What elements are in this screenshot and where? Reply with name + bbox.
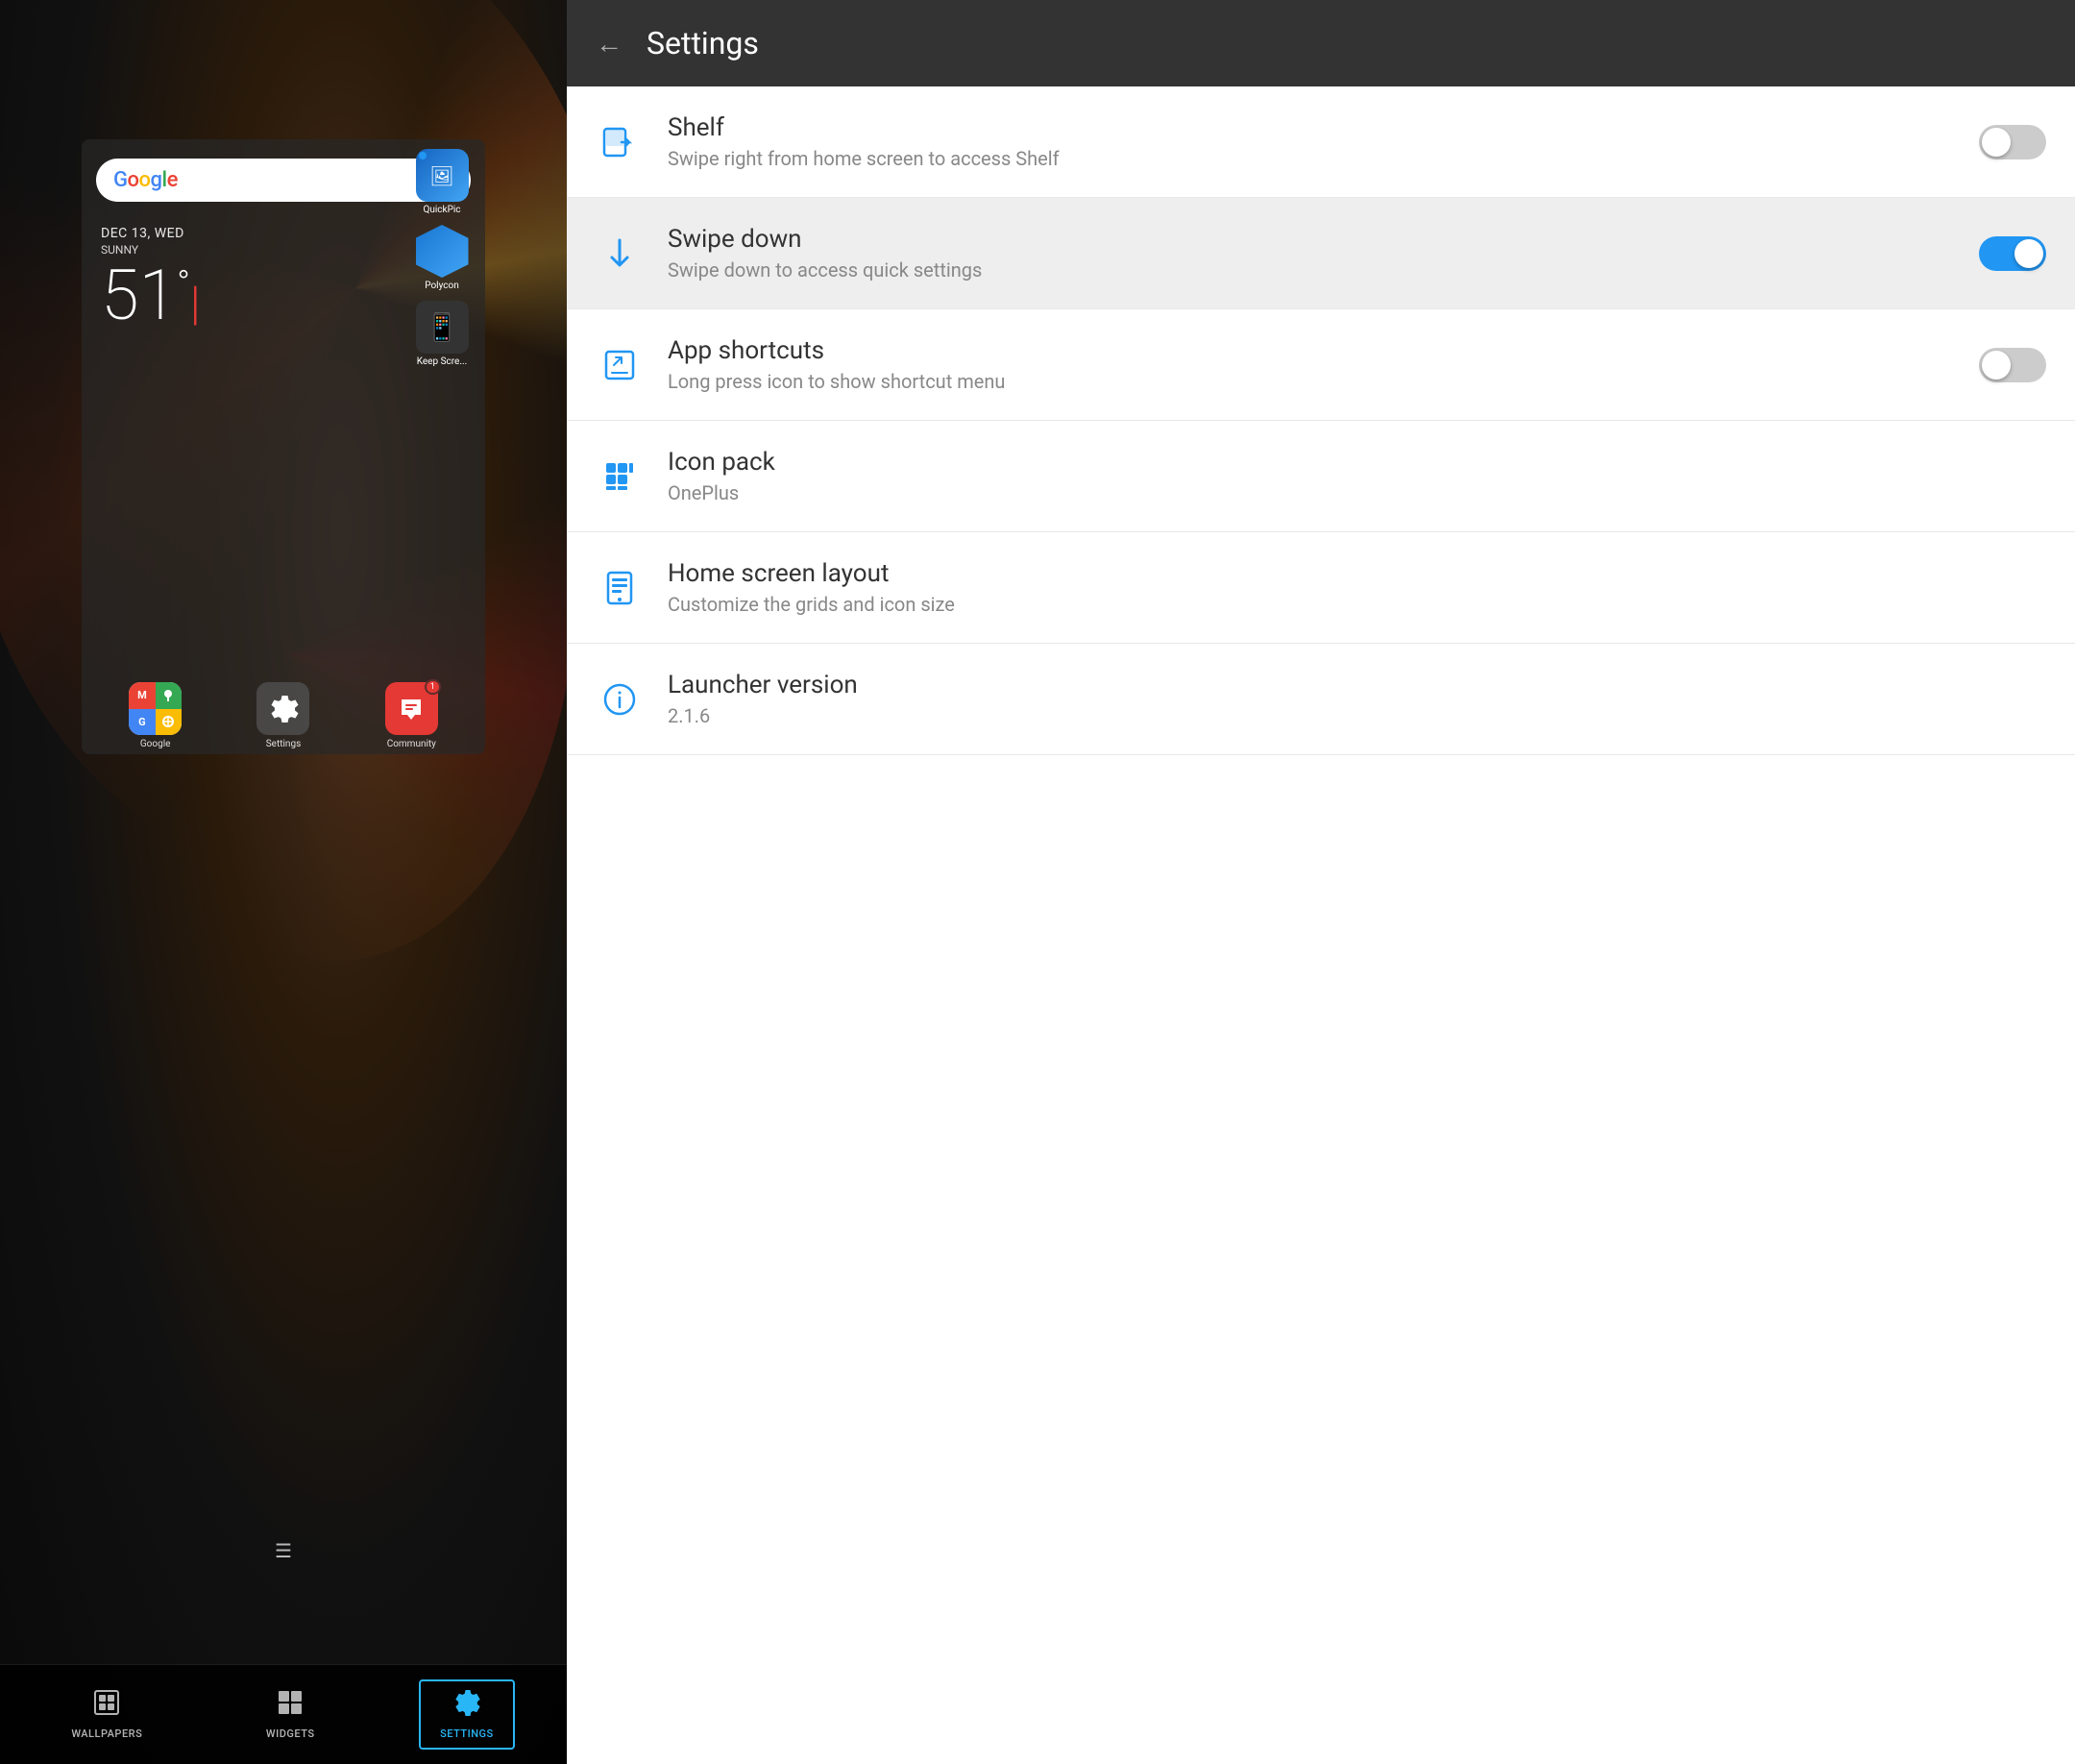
- app-label: Polycon: [425, 281, 459, 291]
- settings-item-shelf[interactable]: Shelf Swipe right from home screen to ac…: [567, 86, 2075, 198]
- dock-google-label: Google: [140, 739, 171, 749]
- shelf-toggle-knob: [1982, 128, 2011, 157]
- dock-area: M G Google: [82, 673, 485, 754]
- hamburger-icon[interactable]: ☰: [275, 1539, 292, 1562]
- home-layout-icon: [596, 564, 644, 612]
- quickpic-icon: 🖼: [416, 149, 469, 202]
- settings-item-home-layout[interactable]: Home screen layout Customize the grids a…: [567, 532, 2075, 644]
- app-label: QuickPic: [423, 205, 460, 215]
- widgets-label: WIDGETS: [266, 1727, 315, 1740]
- swipe-down-subtitle: Swipe down to access quick settings: [668, 258, 1955, 282]
- google-icon-quad: G: [129, 709, 156, 736]
- launcher-version-icon: [596, 675, 644, 723]
- settings-item-icon-pack[interactable]: Icon pack OnePlus: [567, 421, 2075, 532]
- list-item[interactable]: 🖼 QuickPic: [416, 149, 469, 215]
- list-item[interactable]: 📱 Keep Scre...: [416, 301, 469, 367]
- settings-bottom-label: SETTINGS: [440, 1727, 494, 1740]
- google-logo: Google: [113, 168, 178, 192]
- google-quad-4: [156, 709, 183, 736]
- swipe-down-title: Swipe down: [668, 225, 1955, 254]
- launcher-version-text: Launcher version 2.1.6: [668, 671, 2046, 727]
- swipe-down-toggle-control[interactable]: [1979, 236, 2046, 271]
- settings-bottom-icon: [453, 1689, 480, 1722]
- shelf-toggle-control[interactable]: [1979, 125, 2046, 159]
- swipe-down-toggle-knob: [2014, 239, 2043, 268]
- widgets-icon: [277, 1689, 304, 1722]
- launcher-version-subtitle: 2.1.6: [668, 704, 2046, 727]
- settings-header: ← Settings: [567, 0, 2075, 86]
- maps-icon: [156, 682, 183, 709]
- settings-item-launcher-version: Launcher version 2.1.6: [567, 644, 2075, 755]
- dock-google[interactable]: M G Google: [129, 682, 182, 749]
- temp-value: 51: [101, 255, 177, 336]
- app-shortcuts-toggle[interactable]: [1979, 348, 2046, 382]
- bottom-navigation-bar: WALLPAPERS WIDGETS: [0, 1664, 567, 1764]
- left-panel: Google 🎤 DEC 13, WED SUNNY 51°|: [0, 0, 567, 1764]
- list-item[interactable]: Polycon: [416, 225, 469, 291]
- home-layout-title: Home screen layout: [668, 559, 2046, 588]
- dock-row: M G Google: [91, 682, 476, 749]
- shelf-icon: [596, 118, 644, 166]
- community-icon: 1: [385, 682, 438, 735]
- icon-pack-subtitle: OnePlus: [668, 481, 2046, 504]
- google-apps-icon: M G: [129, 682, 182, 735]
- app-shortcuts-icon: [596, 341, 644, 389]
- wallpapers-label: WALLPAPERS: [71, 1727, 142, 1740]
- icon-pack-title: Icon pack: [668, 448, 2046, 477]
- settings-bottom-button[interactable]: SETTINGS: [419, 1679, 515, 1750]
- community-badge: 1: [425, 679, 441, 695]
- swipe-down-icon: [596, 230, 644, 278]
- home-layout-subtitle: Customize the grids and icon size: [668, 593, 2046, 616]
- dock-settings[interactable]: Settings: [256, 682, 309, 749]
- shelf-title: Shelf: [668, 113, 1955, 142]
- icon-pack-icon: [596, 453, 644, 501]
- dock-community-label: Community: [387, 739, 436, 749]
- settings-item-swipe-down[interactable]: Swipe down Swipe down to access quick se…: [567, 198, 2075, 309]
- temp-unit: |: [190, 276, 201, 331]
- phone-screen: Google 🎤 DEC 13, WED SUNNY 51°|: [82, 139, 485, 754]
- hamburger-menu-area: ☰: [275, 1539, 292, 1562]
- app-shortcuts-toggle-control[interactable]: [1979, 348, 2046, 382]
- settings-dock-icon: [256, 682, 309, 735]
- app-shortcuts-toggle-knob: [1982, 351, 2011, 380]
- gmail-icon: M: [129, 682, 156, 709]
- shelf-toggle[interactable]: [1979, 125, 2046, 159]
- shelf-subtitle: Swipe right from home screen to access S…: [668, 147, 1955, 170]
- settings-page-title: Settings: [647, 25, 759, 61]
- settings-panel: ← Settings Shelf Swipe right from home s…: [567, 0, 2075, 1764]
- keepscr-icon: 📱: [416, 301, 469, 354]
- home-layout-text: Home screen layout Customize the grids a…: [668, 559, 2046, 616]
- app-shortcuts-title: App shortcuts: [668, 336, 1955, 365]
- widgets-button[interactable]: WIDGETS: [247, 1681, 334, 1748]
- swipe-down-text: Swipe down Swipe down to access quick se…: [668, 225, 1955, 282]
- polycon-icon: [416, 225, 469, 278]
- blue-dot-badge: [419, 152, 427, 159]
- app-shortcuts-subtitle: Long press icon to show shortcut menu: [668, 370, 1955, 393]
- launcher-version-title: Launcher version: [668, 671, 2046, 699]
- phone-content: Google 🎤 DEC 13, WED SUNNY 51°|: [0, 0, 567, 1764]
- right-apps-column: 🖼 QuickPic Polycon 📱 Kee: [399, 139, 485, 377]
- settings-list: Shelf Swipe right from home screen to ac…: [567, 86, 2075, 1764]
- swipe-down-toggle[interactable]: [1979, 236, 2046, 271]
- settings-item-app-shortcuts[interactable]: App shortcuts Long press icon to show sh…: [567, 309, 2075, 421]
- app-label: Keep Scre...: [417, 356, 468, 367]
- app-shortcuts-text: App shortcuts Long press icon to show sh…: [668, 336, 1955, 393]
- back-button[interactable]: ←: [596, 28, 622, 60]
- wallpapers-icon: [93, 1689, 120, 1722]
- dock-settings-label: Settings: [266, 739, 302, 749]
- degree-symbol: °: [177, 263, 190, 304]
- shelf-text: Shelf Swipe right from home screen to ac…: [668, 113, 1955, 170]
- wallpapers-button[interactable]: WALLPAPERS: [52, 1681, 161, 1748]
- icon-pack-text: Icon pack OnePlus: [668, 448, 2046, 504]
- dock-community[interactable]: 1 Community: [385, 682, 438, 749]
